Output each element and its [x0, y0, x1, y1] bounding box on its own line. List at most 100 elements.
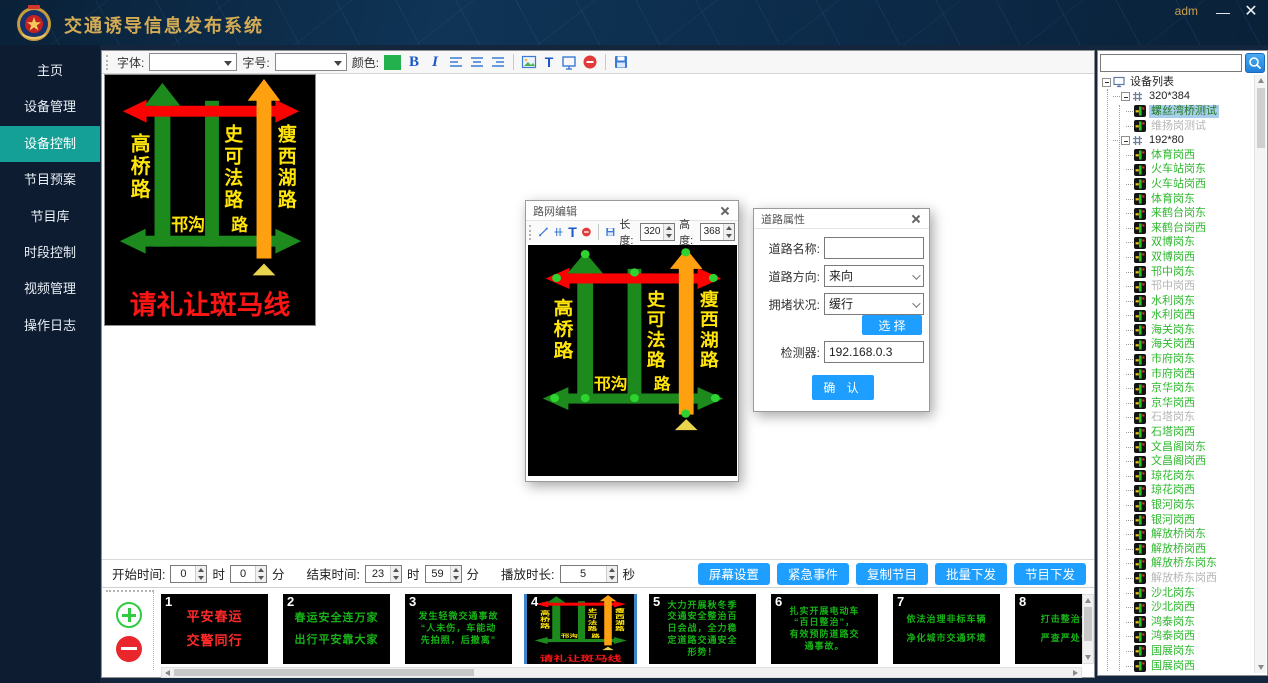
- tree-device-item[interactable]: 水利岗西: [1099, 309, 1255, 324]
- remove-program-button[interactable]: [116, 636, 142, 662]
- tree-device-item[interactable]: 体育岗西: [1099, 148, 1255, 163]
- tree-device-item[interactable]: 鸿泰岗东: [1099, 615, 1255, 630]
- scroll-right-icon[interactable]: [1070, 668, 1081, 677]
- scrollbar-thumb[interactable]: [174, 669, 474, 676]
- sidebar-item[interactable]: 设备管理: [0, 89, 100, 125]
- spinner-arrows-icon[interactable]: [255, 566, 266, 582]
- scrollbar-thumb[interactable]: [1084, 607, 1092, 641]
- detector-input[interactable]: 192.168.0.3: [824, 341, 924, 363]
- program-thumbnail[interactable]: 发生轻微交通事故“人未伤，车能动先拍照，后撤离”3: [405, 594, 512, 664]
- sidebar-item[interactable]: 节目库: [0, 199, 100, 235]
- delete-element-icon[interactable]: [582, 54, 598, 70]
- tree-device-item[interactable]: 市府岗东: [1099, 352, 1255, 367]
- tree-device-item[interactable]: 螺丝湾桥测试: [1099, 104, 1255, 119]
- spinner-arrows-icon[interactable]: [723, 224, 734, 240]
- tree-device-item[interactable]: 来鹤台岗西: [1099, 221, 1255, 236]
- close-icon[interactable]: [719, 205, 731, 217]
- sidebar-item[interactable]: 视频管理: [0, 271, 100, 307]
- crossing-tool-icon[interactable]: [553, 224, 564, 240]
- close-button[interactable]: ✕: [1240, 2, 1262, 22]
- tree-device-item[interactable]: 石塔岗西: [1099, 425, 1255, 440]
- sidebar-item[interactable]: 操作日志: [0, 308, 100, 344]
- spinner-arrows-icon[interactable]: [606, 566, 617, 582]
- duration-input[interactable]: 5: [560, 565, 618, 583]
- collapse-toggle-icon[interactable]: [1121, 92, 1130, 101]
- align-left-icon[interactable]: [448, 54, 464, 70]
- end-minute-input[interactable]: 59: [425, 565, 462, 583]
- scroll-up-icon[interactable]: [1083, 595, 1093, 606]
- scroll-up-icon[interactable]: [1256, 75, 1266, 87]
- strip-vertical-scrollbar[interactable]: [1082, 594, 1094, 664]
- text-tool-icon[interactable]: T: [542, 54, 556, 70]
- size-select[interactable]: [275, 53, 347, 71]
- tree-device-item[interactable]: 沙北岗东: [1099, 586, 1255, 601]
- height-input[interactable]: 368: [700, 223, 735, 241]
- tree-device-item[interactable]: 海关岗东: [1099, 323, 1255, 338]
- sidebar-item[interactable]: 设备控制: [0, 126, 100, 162]
- action-button[interactable]: 紧急事件: [777, 563, 849, 585]
- start-minute-input[interactable]: 0: [230, 565, 267, 583]
- tree-device-item[interactable]: 邗中岗西: [1099, 279, 1255, 294]
- tree-device-item[interactable]: 银河岗西: [1099, 513, 1255, 528]
- tree-device-item[interactable]: 水利岗东: [1099, 294, 1255, 309]
- screen-preview[interactable]: 高桥路史可法路瘦西湖路邗沟路请礼让斑马线: [104, 74, 316, 326]
- tree-device-item[interactable]: 来鹤台岗东: [1099, 206, 1255, 221]
- direction-select[interactable]: 来向: [824, 265, 924, 287]
- search-button[interactable]: [1245, 53, 1265, 73]
- tree-device-item[interactable]: 琼花岗西: [1099, 484, 1255, 499]
- tree-device-item[interactable]: 市府岗西: [1099, 367, 1255, 382]
- screen-fit-icon[interactable]: [561, 54, 577, 70]
- start-hour-input[interactable]: 0: [170, 565, 207, 583]
- tree-device-item[interactable]: 京华岗西: [1099, 396, 1255, 411]
- program-thumbnail[interactable]: 依法治理非标车辆净化城市交通环境7: [893, 594, 1000, 664]
- bold-button[interactable]: B: [406, 54, 422, 71]
- scrollbar-thumb[interactable]: [1257, 88, 1265, 148]
- tree-device-item[interactable]: 火车站岗东: [1099, 163, 1255, 178]
- delete-element-icon[interactable]: [581, 224, 592, 240]
- spinner-arrows-icon[interactable]: [663, 224, 674, 240]
- tree-device-item[interactable]: 解放桥东岗东: [1099, 557, 1255, 572]
- add-program-button[interactable]: [116, 602, 142, 628]
- tree-device-item[interactable]: 海关岗西: [1099, 338, 1255, 353]
- program-thumbnail[interactable]: 平安春运交警同行1: [161, 594, 268, 664]
- program-thumbnail[interactable]: 扎实开展电动车“百日整治”，有效预防道路交通事故。6: [771, 594, 878, 664]
- align-center-icon[interactable]: [469, 54, 485, 70]
- road-name-input[interactable]: [824, 237, 924, 259]
- user-menu[interactable]: adm: [1175, 4, 1198, 18]
- sidebar-item[interactable]: 节目预案: [0, 162, 100, 198]
- tree-device-item[interactable]: 体育岗东: [1099, 192, 1255, 207]
- tree-group[interactable]: 192*80: [1099, 133, 1255, 148]
- tree-device-item[interactable]: 鸿泰岗西: [1099, 630, 1255, 645]
- tree-scrollbar[interactable]: [1254, 75, 1266, 673]
- tree-group[interactable]: 320*384: [1099, 90, 1255, 105]
- spinner-arrows-icon[interactable]: [195, 566, 206, 582]
- font-select[interactable]: [149, 53, 237, 71]
- program-thumbnail[interactable]: 大力开展秋冬季交通安全整治百日会战，全力稳定道路交通安全形势！5: [649, 594, 756, 664]
- tree-device-item[interactable]: 沙北岗西: [1099, 600, 1255, 615]
- length-input[interactable]: 320: [640, 223, 675, 241]
- sidebar-item[interactable]: 时段控制: [0, 235, 100, 271]
- text-tool-icon[interactable]: T: [568, 224, 577, 240]
- color-swatch[interactable]: [384, 55, 401, 70]
- spinner-arrows-icon[interactable]: [390, 566, 401, 582]
- tree-root[interactable]: 设备列表: [1099, 75, 1255, 90]
- draw-road-icon[interactable]: [538, 224, 549, 240]
- end-hour-input[interactable]: 23: [365, 565, 402, 583]
- confirm-button[interactable]: 确 认: [812, 375, 874, 400]
- tree-device-item[interactable]: 国展岗东: [1099, 644, 1255, 659]
- collapse-toggle-icon[interactable]: [1102, 78, 1111, 87]
- scroll-down-icon[interactable]: [1256, 661, 1266, 673]
- select-detector-button[interactable]: 选 择: [862, 315, 922, 335]
- tree-device-item[interactable]: 双博岗东: [1099, 236, 1255, 251]
- strip-horizontal-scrollbar[interactable]: [161, 667, 1082, 678]
- tree-device-item[interactable]: 邗中岗东: [1099, 265, 1255, 280]
- congestion-select[interactable]: 缓行: [824, 293, 924, 315]
- action-button[interactable]: 节目下发: [1014, 563, 1086, 585]
- tree-device-item[interactable]: 维扬岗测试: [1099, 119, 1255, 134]
- save-icon[interactable]: [605, 224, 616, 240]
- align-right-icon[interactable]: [490, 54, 506, 70]
- insert-image-icon[interactable]: [521, 54, 537, 70]
- action-button[interactable]: 屏幕设置: [698, 563, 770, 585]
- tree-device-item[interactable]: 琼花岗东: [1099, 469, 1255, 484]
- spinner-arrows-icon[interactable]: [450, 566, 461, 582]
